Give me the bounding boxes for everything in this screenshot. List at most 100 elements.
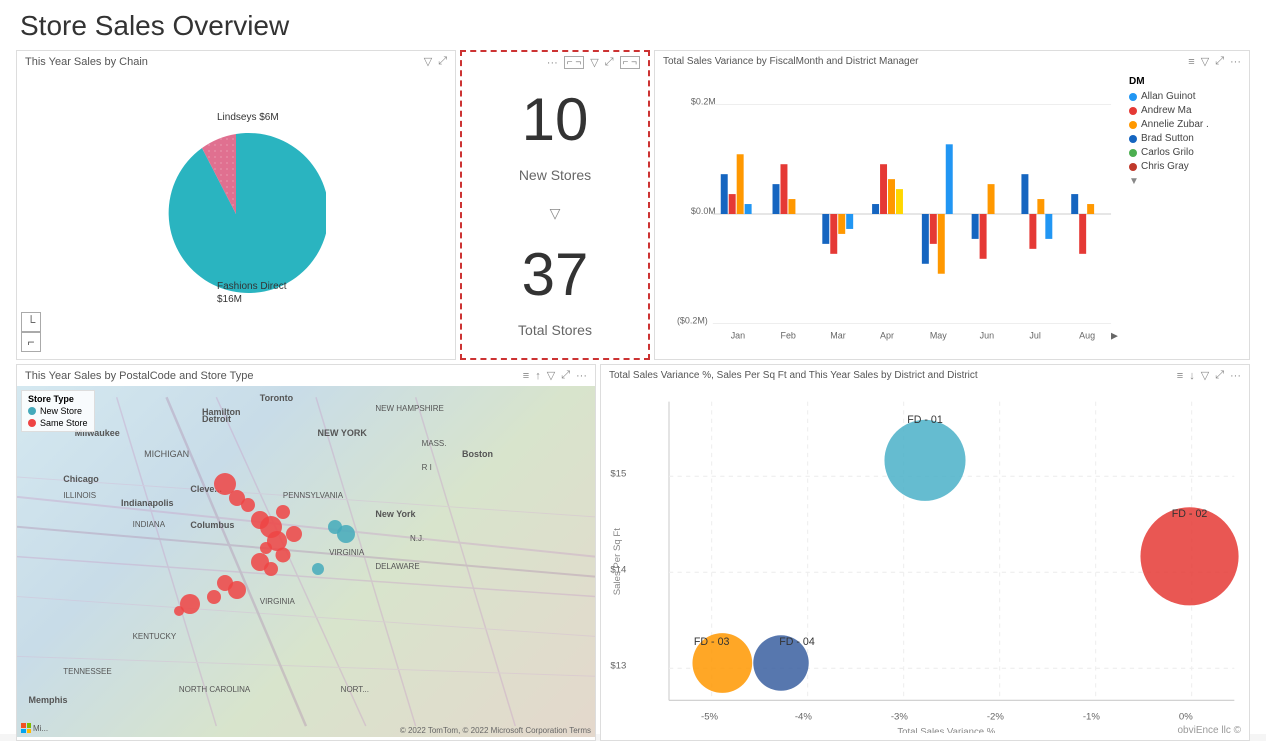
dashboard: Store Sales Overview This Year Sales by … [0,0,1266,734]
bubble-fd02[interactable] [1140,507,1238,605]
bubble-fd01[interactable] [884,420,965,501]
map-label-illinois: ILLINOIS [63,491,96,500]
map-label-pennsylvania: PENNSYLVANIA [283,491,343,500]
legend-item-4: Carlos Grilo [1129,147,1241,158]
kpi-expand2-icon[interactable]: ⤢ [605,56,614,69]
ms-sq4 [27,729,32,734]
svg-text:Mar: Mar [830,330,845,340]
kpi-filter-row: ▽ [487,205,623,223]
page-title: Store Sales Overview [16,10,1250,42]
ms-logo-squares [21,723,31,733]
resize-handle-bl2[interactable]: └ [21,312,41,332]
svg-text:FD - 02: FD - 02 [1172,508,1208,520]
map-label-indiana: INDIANA [133,520,165,529]
map-filter-icon[interactable]: ▽ [547,369,555,382]
bar-more-icon[interactable]: ≡ [1188,56,1194,68]
svg-text:-4%: -4% [795,712,813,723]
bubble-more-icon[interactable]: ≡ [1177,370,1183,382]
kpi-expand-brackets2[interactable]: ⌐ ¬ [620,56,640,69]
ms-logo: Mi... [21,723,48,733]
bar-tile-actions: ≡ ▽ ⤢ ··· [1188,55,1241,68]
svg-text:▶: ▶ [1111,330,1118,340]
tile-kpi: ··· ⌐ ¬ ▽ ⤢ ⌐ ¬ 10 New Stores ▽ 37 Total… [460,50,650,360]
kpi-filter-icon[interactable]: ▽ [590,56,598,69]
map-legend-same-store: Same Store [28,418,88,428]
top-row: This Year Sales by Chain ▽ ⤢ [16,50,1250,360]
bubble-more2-icon[interactable]: ··· [1230,370,1241,382]
resize-handle-bl[interactable]: ⌐ [21,332,41,352]
store-dot-new-3 [312,563,324,575]
legend-dot-1 [1129,107,1137,115]
bar-tile-title: Total Sales Variance by FiscalMonth and … [663,56,918,67]
store-dot-4 [286,526,302,542]
svg-text:$0.0M: $0.0M [691,206,716,216]
map-label-hamilton: Hamilton [202,407,241,417]
map-tile-title: This Year Sales by PostalCode and Store … [25,370,254,382]
ms-sq2 [27,723,32,728]
map-legend-title: Store Type [28,394,88,404]
legend-item-3: Brad Sutton [1129,133,1241,144]
svg-text:May: May [930,330,947,340]
total-stores-label: Total Stores [518,322,592,338]
svg-text:Apr: Apr [880,330,894,340]
new-stores-label: New Stores [519,167,591,183]
map-label-newyork-state: NEW YORK [318,428,367,438]
pie-filter-icon[interactable]: ▽ [424,55,432,68]
legend-item-1: Andrew Ma [1129,105,1241,116]
pie-expand-icon[interactable]: ⤢ [438,55,447,68]
svg-text:$0.2M: $0.2M [691,96,716,106]
svg-text:Jan: Jan [731,330,745,340]
legend-item-0: Allan Guinot [1129,91,1241,102]
map-label-indianapolis: Indianapolis [121,498,174,508]
map-expand-icon[interactable]: ⤢ [561,369,570,382]
kpi-more-icon[interactable]: ··· [547,57,558,69]
map-legend-label-same: Same Store [40,418,88,428]
map-legend-dot-same [28,419,36,427]
bubble-filter-icon[interactable]: ▽ [1201,369,1209,382]
map-label-columbus: Columbus [190,520,234,530]
map-container[interactable]: Milwaukee Chicago MICHIGAN Detroit Hamil… [17,386,595,737]
svg-text:Jun: Jun [980,330,994,340]
ms-sq3 [21,729,26,734]
bar-more2-icon[interactable]: ··· [1230,56,1241,68]
legend-dot-4 [1129,149,1137,157]
tile-bubble-chart: Total Sales Variance %, Sales Per Sq Ft … [600,364,1250,741]
kpi-container: 10 New Stores ▽ 37 Total Stores [462,73,648,355]
pie-label-lindseys: Lindseys $6M [217,112,279,123]
map-roads-svg [17,386,595,737]
map-label-memphis: Memphis [29,695,68,705]
map-legend: Store Type New Store Same Store [21,390,95,432]
map-label-nj: N.J. [410,534,424,543]
pie-label-fashions: Fashions Direct$16M [217,280,286,306]
map-up-icon[interactable]: ↑ [535,370,541,382]
map-more-icon[interactable]: ≡ [523,370,529,382]
legend-dot-3 [1129,135,1137,143]
svg-text:$15: $15 [610,468,626,479]
obvi-credit: obviEnce llc © [1177,725,1241,736]
bubble-chart-svg: $15 $14 $13 -5% -4% -3% -2% [605,390,1245,733]
kpi-expand-brackets[interactable]: ⌐ ¬ [564,56,584,69]
legend-label-1: Andrew Ma [1141,105,1192,116]
map-legend-dot-new [28,407,36,415]
bar-expand-icon[interactable]: ⤢ [1215,55,1224,68]
dashboard-body: This Year Sales by Chain ▽ ⤢ [16,50,1250,741]
svg-text:FD - 03: FD - 03 [694,636,730,648]
bubble-expand-icon[interactable]: ⤢ [1215,369,1224,382]
store-dot-3 [276,505,290,519]
map-label-virginia: VIRGINIA [329,548,364,557]
legend-label-2: Annelie Zubar . [1141,119,1209,130]
legend-item-2: Annelie Zubar . [1129,119,1241,130]
legend-scroll-down[interactable]: ▼ [1129,176,1241,187]
bubble-down-icon[interactable]: ↓ [1189,370,1195,382]
map-more2-icon[interactable]: ··· [576,370,587,382]
map-label-newhampshire: NEW HAMPSHIRE [375,404,443,413]
kpi-tile-header: ··· ⌐ ¬ ▽ ⤢ ⌐ ¬ [462,52,648,73]
bar-filter-icon[interactable]: ▽ [1201,55,1209,68]
svg-text:0%: 0% [1179,712,1193,723]
svg-text:-1%: -1% [1083,712,1101,723]
map-label-newyork-city: New York [375,509,415,519]
total-stores-number: 37 [522,245,589,305]
pie-slice-fashions[interactable] [169,133,326,293]
bar-chart-legend: DM Allan Guinot Andrew Ma Annelie Zubar … [1121,76,1241,352]
pie-tile-title: This Year Sales by Chain [25,56,148,68]
